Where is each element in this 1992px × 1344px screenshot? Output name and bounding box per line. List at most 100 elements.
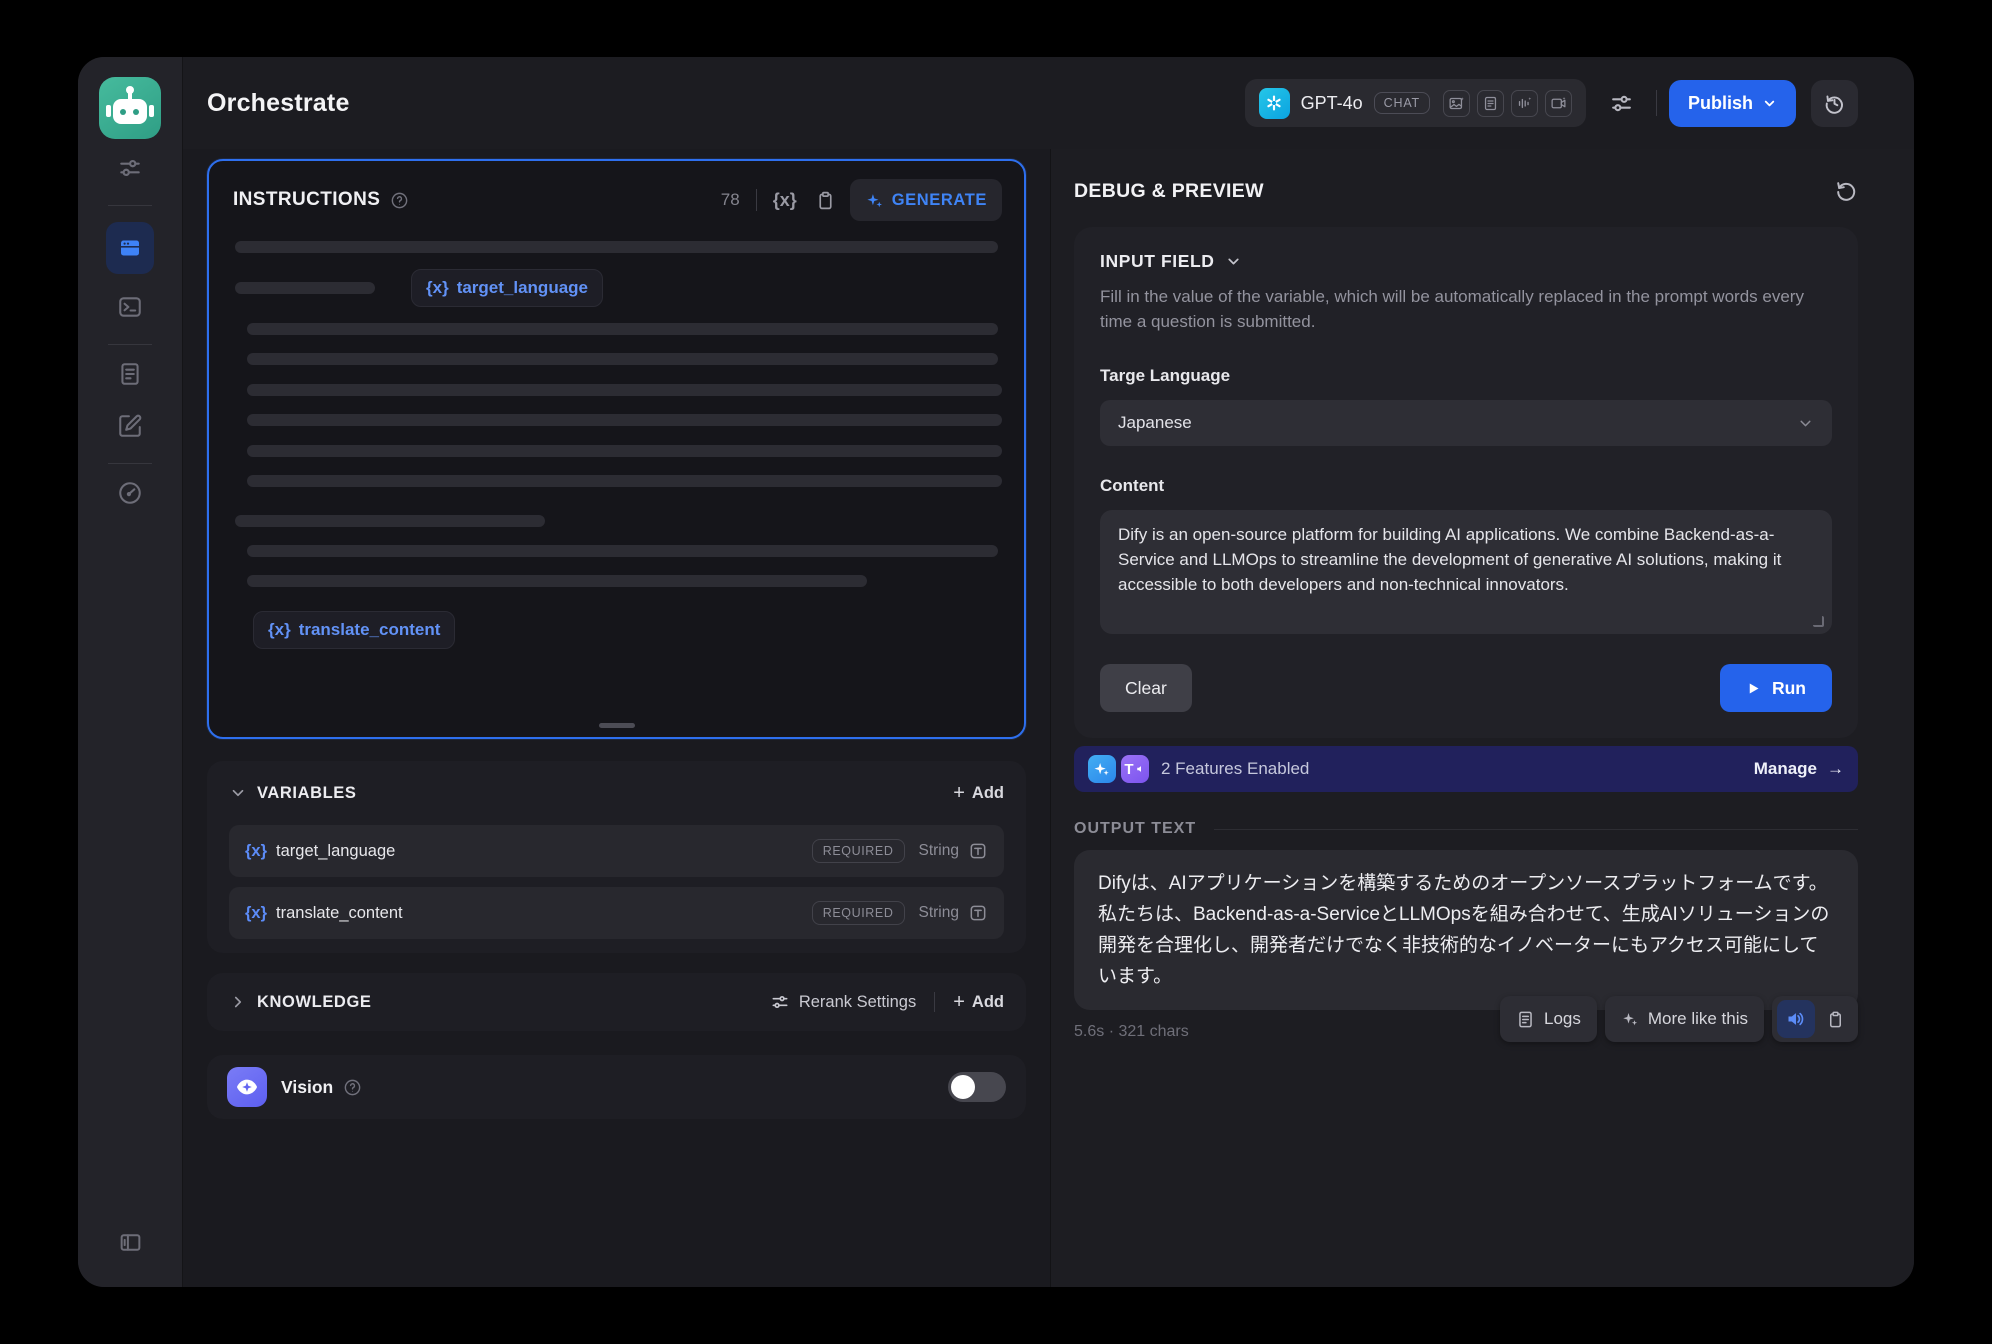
history-button[interactable]: [1811, 80, 1858, 127]
output-footer: 5.6s · 321 chars Logs: [1074, 996, 1858, 1042]
arrow-right-icon: →: [1827, 759, 1844, 779]
instructions-title: INSTRUCTIONS: [233, 189, 380, 211]
features-bar[interactable]: T 2 Features Enabled Manage →: [1074, 746, 1858, 792]
string-type-icon: [968, 841, 988, 861]
help-icon[interactable]: [390, 191, 409, 210]
debug-title: DEBUG & PREVIEW: [1074, 180, 1264, 203]
robot-app-icon[interactable]: [99, 77, 161, 139]
sidebar-divider: [108, 205, 152, 206]
clear-button[interactable]: Clear: [1100, 664, 1192, 712]
model-capabilities: [1443, 90, 1572, 117]
add-variable-button[interactable]: + Add: [953, 783, 1004, 803]
collapse-sidebar-button[interactable]: [107, 1219, 153, 1265]
collapse-sidebar-icon: [118, 1230, 143, 1255]
sidebar-item-logs[interactable]: [106, 351, 154, 397]
string-type-icon: [968, 903, 988, 923]
copy-icon[interactable]: [815, 190, 836, 211]
variable-token-icon: {x}: [245, 904, 267, 923]
rerank-sliders-icon: [770, 992, 790, 1012]
language-select-value: Japanese: [1118, 413, 1192, 433]
toolbar-divider: [756, 189, 757, 211]
features-enabled-label: 2 Features Enabled: [1161, 759, 1309, 779]
textarea-resize-icon[interactable]: [1813, 616, 1824, 627]
orchestrate-panel: INSTRUCTIONS 78 {x}: [183, 149, 1050, 1287]
vision-section: Vision: [207, 1055, 1026, 1119]
sidebar-item-terminal[interactable]: [106, 284, 154, 330]
screen: Orchestrate: [0, 0, 1992, 1344]
help-icon[interactable]: [343, 1078, 362, 1097]
model-selector[interactable]: GPT-4o CHAT: [1245, 79, 1586, 127]
manage-features-button[interactable]: Manage →: [1754, 759, 1844, 779]
copy-icon[interactable]: [1817, 1000, 1853, 1038]
run-row: Clear Run: [1100, 664, 1832, 712]
vision-icon: [227, 1067, 267, 1107]
output-actions: Logs More like this: [1500, 996, 1858, 1042]
sliders-icon: [117, 155, 143, 181]
document-list-icon: [117, 361, 143, 387]
topbar-divider: [1656, 90, 1657, 116]
required-badge: REQUIRED: [812, 839, 905, 863]
logs-label: Logs: [1544, 1009, 1581, 1029]
skeleton-line: [247, 323, 998, 335]
divider: [934, 992, 935, 1012]
variables-header[interactable]: VARIABLES + Add: [229, 775, 1004, 811]
sidebar: [78, 57, 183, 1287]
sidebar-item-orchestrate[interactable]: [106, 222, 154, 274]
skeleton-line: [247, 575, 867, 587]
model-name: GPT-4o: [1301, 93, 1363, 114]
text-to-speech-feature-icon: T: [1121, 755, 1149, 783]
generate-button[interactable]: GENERATE: [850, 179, 1002, 221]
sidebar-item-monitoring[interactable]: [106, 470, 154, 516]
variable-row-translate-content[interactable]: {x} translate_content REQUIRED String: [229, 887, 1004, 939]
speaker-icon[interactable]: [1777, 1000, 1815, 1038]
run-button[interactable]: Run: [1720, 664, 1832, 712]
play-icon: [1746, 681, 1761, 696]
publish-button[interactable]: Publish: [1669, 80, 1796, 127]
openai-logo-icon: [1259, 88, 1290, 119]
run-label: Run: [1772, 678, 1806, 699]
sidebar-item-model-settings[interactable]: [106, 145, 154, 191]
robot-eye: [133, 109, 139, 115]
variables-title: VARIABLES: [257, 784, 357, 803]
logs-button[interactable]: Logs: [1500, 996, 1597, 1042]
chevron-down-icon: [1762, 96, 1777, 111]
add-knowledge-button[interactable]: + Add: [953, 992, 1004, 1012]
sidebar-item-annotation[interactable]: [106, 403, 154, 449]
sidebar-divider: [108, 344, 152, 345]
instructions-panel[interactable]: INSTRUCTIONS 78 {x}: [207, 159, 1026, 739]
rerank-settings-label: Rerank Settings: [799, 993, 916, 1012]
input-field-card: INPUT FIELD Fill in the value of the var…: [1074, 227, 1858, 738]
input-field-header[interactable]: INPUT FIELD: [1100, 251, 1832, 272]
logs-icon: [1516, 1010, 1535, 1029]
vision-toggle[interactable]: [948, 1072, 1006, 1102]
sparkles-feature-icon: [1088, 755, 1116, 783]
skeleton-line: [247, 545, 998, 557]
toggle-knob: [951, 1075, 975, 1099]
clear-label: Clear: [1125, 678, 1167, 699]
skeleton-line: [247, 414, 1002, 426]
variable-token-icon: {x}: [268, 620, 291, 640]
chevron-down-icon: [1225, 253, 1242, 270]
variable-row-target-language[interactable]: {x} target_language REQUIRED String: [229, 825, 1004, 877]
knowledge-title: KNOWLEDGE: [257, 993, 371, 1012]
variable-chip-label: translate_content: [299, 620, 441, 640]
language-select[interactable]: Japanese: [1100, 400, 1832, 446]
skeleton-line: [247, 353, 998, 365]
debug-preview-panel: DEBUG & PREVIEW INPUT FIELD: [1050, 149, 1914, 1287]
model-parameters-button[interactable]: [1600, 81, 1644, 125]
reset-icon[interactable]: [1834, 179, 1858, 203]
insert-variable-button[interactable]: {x}: [773, 190, 797, 211]
variable-name: target_language: [276, 842, 395, 861]
skeleton-line: [247, 475, 1002, 487]
knowledge-section[interactable]: KNOWLEDGE Rerank Settings: [207, 973, 1026, 1031]
rerank-settings-button[interactable]: Rerank Settings: [770, 992, 916, 1012]
model-mode-badge: CHAT: [1374, 92, 1430, 114]
topbar: Orchestrate: [183, 57, 1914, 149]
variable-chip-translate-content[interactable]: {x} translate_content: [253, 611, 455, 649]
instructions-content[interactable]: {x} target_language: [209, 227, 1024, 717]
variable-chip-target-language[interactable]: {x} target_language: [411, 269, 603, 307]
publish-label: Publish: [1688, 93, 1753, 114]
more-like-this-button[interactable]: More like this: [1605, 996, 1764, 1042]
content-textarea[interactable]: Dify is an open-source platform for buil…: [1100, 510, 1832, 634]
resize-handle[interactable]: [599, 723, 635, 728]
